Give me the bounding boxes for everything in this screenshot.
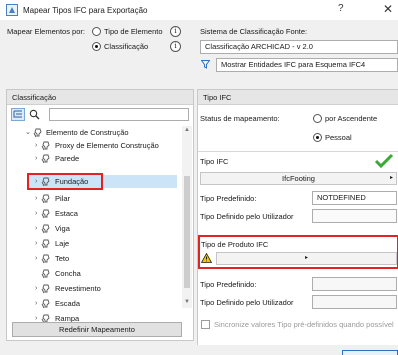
product-type-field[interactable]: ▸ [216, 252, 397, 265]
help-button[interactable]: ? [338, 3, 344, 14]
predefined-type-label: Tipo Predefinido: [200, 194, 257, 203]
schema-filter-dropdown[interactable]: Mostrar Entidades IFC para Esquema IFC4 [216, 58, 398, 72]
title-bar: Mapear Tipos IFC para Exportação ? ✕ [0, 0, 398, 20]
close-button[interactable]: ✕ [383, 2, 393, 16]
divider [198, 151, 398, 152]
radio-custom-label: Pessoal [325, 133, 352, 142]
search-icon[interactable] [29, 109, 40, 120]
classification-bulb-icon [41, 254, 50, 264]
radio-classification-label: Classificação [104, 42, 149, 51]
tree-item[interactable]: › Estaca [7, 207, 181, 220]
radio-by-ancestor-label: por Ascendente [325, 114, 378, 123]
info-icon[interactable]: i [170, 41, 181, 52]
ifc-type-value: IfcFooting [282, 174, 315, 183]
classification-header: Classificação [7, 90, 193, 105]
classification-bulb-icon [41, 284, 50, 294]
warning-icon [201, 253, 212, 263]
ifc-type-label: Tipo IFC [200, 157, 229, 166]
radio-classification[interactable] [92, 42, 101, 51]
classification-tree: ⌄ Elemento de Construção › Proxy de Elem… [7, 126, 181, 324]
search-input[interactable] [49, 108, 189, 121]
user-defined-type-input-2[interactable] [312, 295, 397, 309]
predefined-type-value: NOTDEFINED [317, 193, 366, 202]
classification-bulb-icon [41, 141, 50, 151]
tree-view-icon[interactable] [11, 108, 25, 121]
sync-checkbox[interactable] [201, 320, 210, 329]
user-defined-type-label: Tipo Definido pelo Utilizador [200, 212, 294, 221]
ifc-type-header: Tipo IFC [198, 90, 398, 105]
predefined-type-label-2: Tipo Predefinido: [200, 280, 257, 289]
scrollbar-thumb[interactable] [184, 176, 190, 288]
tree-item[interactable]: Concha [7, 267, 181, 280]
classification-bulb-icon [41, 269, 50, 279]
schema-filter-value: Mostrar Entidades IFC para Esquema IFC4 [221, 60, 366, 69]
sync-label: Sincronize valores Tipo pré-definidos qu… [214, 320, 394, 329]
tree-item[interactable]: › Proxy de Elemento Construção [7, 139, 181, 152]
classification-bulb-icon [41, 194, 50, 204]
tree-item[interactable]: › Viga [7, 222, 181, 235]
top-options: Mapear Elementos por: Tipo de Elemento i… [0, 20, 398, 86]
predefined-type-dropdown-2[interactable] [312, 277, 397, 291]
source-system-dropdown[interactable]: Classificação ARCHICAD - v 2.0 [200, 40, 398, 54]
info-icon[interactable]: i [170, 26, 181, 37]
tree-item[interactable]: › Laje [7, 237, 181, 250]
classification-panel: Classificação ⌄ Elemento de Construção ›… [6, 89, 194, 341]
predefined-type-dropdown[interactable]: NOTDEFINED [312, 191, 397, 205]
window-title: Mapear Tipos IFC para Exportação [23, 5, 148, 15]
tree-scrollbar[interactable]: ▲ ▼ [182, 126, 192, 308]
tree-item[interactable]: › Teto [7, 252, 181, 265]
source-system-value: Classificação ARCHICAD - v 2.0 [205, 42, 313, 51]
classification-bulb-icon [41, 224, 50, 234]
radio-element-type[interactable] [92, 27, 101, 36]
ifc-type-panel: Tipo IFC Status de mapeamento: por Ascen… [197, 89, 398, 345]
highlight-foundation [27, 173, 103, 190]
classification-bulb-icon [41, 209, 50, 219]
tree-item[interactable]: › Escada [7, 297, 181, 310]
ifc-type-field[interactable]: IfcFooting ▸ [200, 172, 397, 185]
mapping-status-label: Status de mapeamento: [200, 114, 280, 123]
classification-bulb-icon [33, 128, 42, 138]
tree-item[interactable]: › Pilar [7, 192, 181, 205]
tree-item[interactable]: › Revestimento [7, 282, 181, 295]
classification-bulb-icon [41, 239, 50, 249]
ok-button[interactable] [342, 350, 398, 355]
reset-mapping-button[interactable]: Redefinir Mapeamento [12, 322, 182, 337]
classification-bulb-icon [41, 154, 50, 164]
filter-icon[interactable] [201, 60, 210, 69]
source-system-label: Sistema de Classificação Fonte: [200, 27, 308, 36]
ifc-map-icon [6, 4, 18, 16]
radio-by-ancestor[interactable] [313, 114, 322, 123]
radio-custom[interactable] [313, 133, 322, 142]
mapping-label: Mapear Elementos por: [7, 27, 85, 36]
check-icon [374, 153, 394, 169]
tree-item[interactable]: › Parede [7, 152, 181, 165]
radio-element-type-label: Tipo de Elemento [104, 27, 163, 36]
user-defined-type-input[interactable] [312, 209, 397, 223]
user-defined-type-label-2: Tipo Definido pelo Utilizador [200, 298, 294, 307]
classification-bulb-icon [41, 299, 50, 309]
search-row [7, 107, 193, 123]
product-type-label: Tipo de Produto IFC [201, 240, 269, 249]
tree-item-construction-element[interactable]: ⌄ Elemento de Construção [7, 126, 181, 139]
